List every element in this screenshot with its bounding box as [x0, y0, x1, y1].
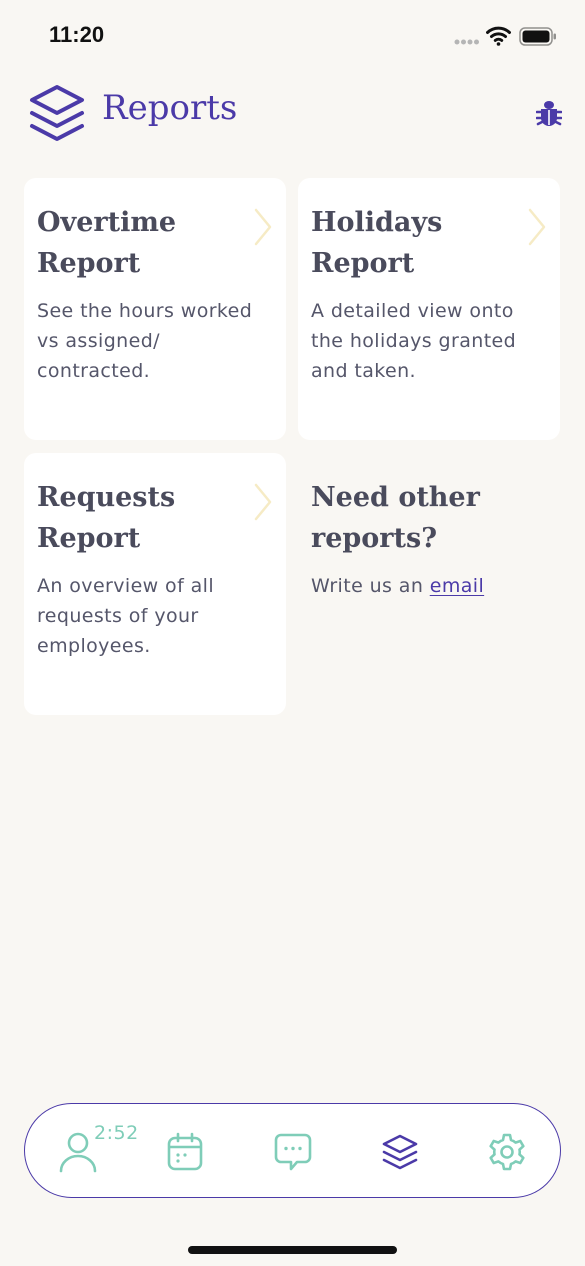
layers-icon: [382, 1134, 418, 1170]
tab-reports[interactable]: [370, 1122, 430, 1182]
status-time: 11:20: [49, 22, 105, 47]
other-reports-prompt: Write us an: [311, 575, 424, 597]
card-title: Requests Report: [37, 482, 176, 554]
tab-messages[interactable]: [263, 1122, 323, 1182]
chevron-right-icon: [254, 208, 272, 246]
layers-icon: [30, 85, 84, 141]
card-description: A detailed view onto the holidays grante…: [311, 300, 517, 382]
bug-report-button[interactable]: [532, 96, 566, 130]
other-reports-title: Need other reports?: [311, 482, 480, 554]
page-title: Reports: [102, 88, 238, 128]
home-indicator: [188, 1246, 397, 1254]
overtime-report-card[interactable]: Overtime Report See the hours worked vs …: [24, 178, 286, 440]
user-icon: [59, 1132, 97, 1173]
chevron-right-icon: [528, 208, 546, 246]
chevron-right-icon: [254, 483, 272, 521]
tab-timer: 2:52: [94, 1122, 139, 1144]
status-bar: 11:20: [0, 0, 585, 74]
header: Reports: [0, 80, 585, 150]
calendar-icon: [167, 1132, 203, 1171]
card-description: An overview of all requests of your empl…: [37, 575, 214, 657]
chat-icon: [274, 1133, 312, 1171]
holidays-report-card[interactable]: Holidays Report A detailed view onto the…: [298, 178, 560, 440]
bug-icon: [536, 101, 562, 126]
requests-report-card[interactable]: Requests Report An overview of all reque…: [24, 453, 286, 715]
tab-calendar[interactable]: [155, 1122, 215, 1182]
wifi-icon: [486, 26, 511, 46]
tab-settings[interactable]: [477, 1122, 537, 1182]
other-reports-card: Need other reports? Write us an email: [298, 453, 560, 715]
cellular-signal-icon: [454, 39, 479, 45]
card-title: Holidays Report: [311, 207, 443, 279]
battery-icon: [519, 27, 556, 46]
other-reports-text: Write us an email: [311, 571, 547, 601]
card-description: See the hours worked vs assigned/ contra…: [37, 300, 253, 382]
email-link[interactable]: email: [430, 575, 484, 597]
gear-icon: [489, 1133, 525, 1171]
card-title: Overtime Report: [37, 207, 177, 279]
bottom-tab-bar: 2:52: [24, 1103, 561, 1198]
